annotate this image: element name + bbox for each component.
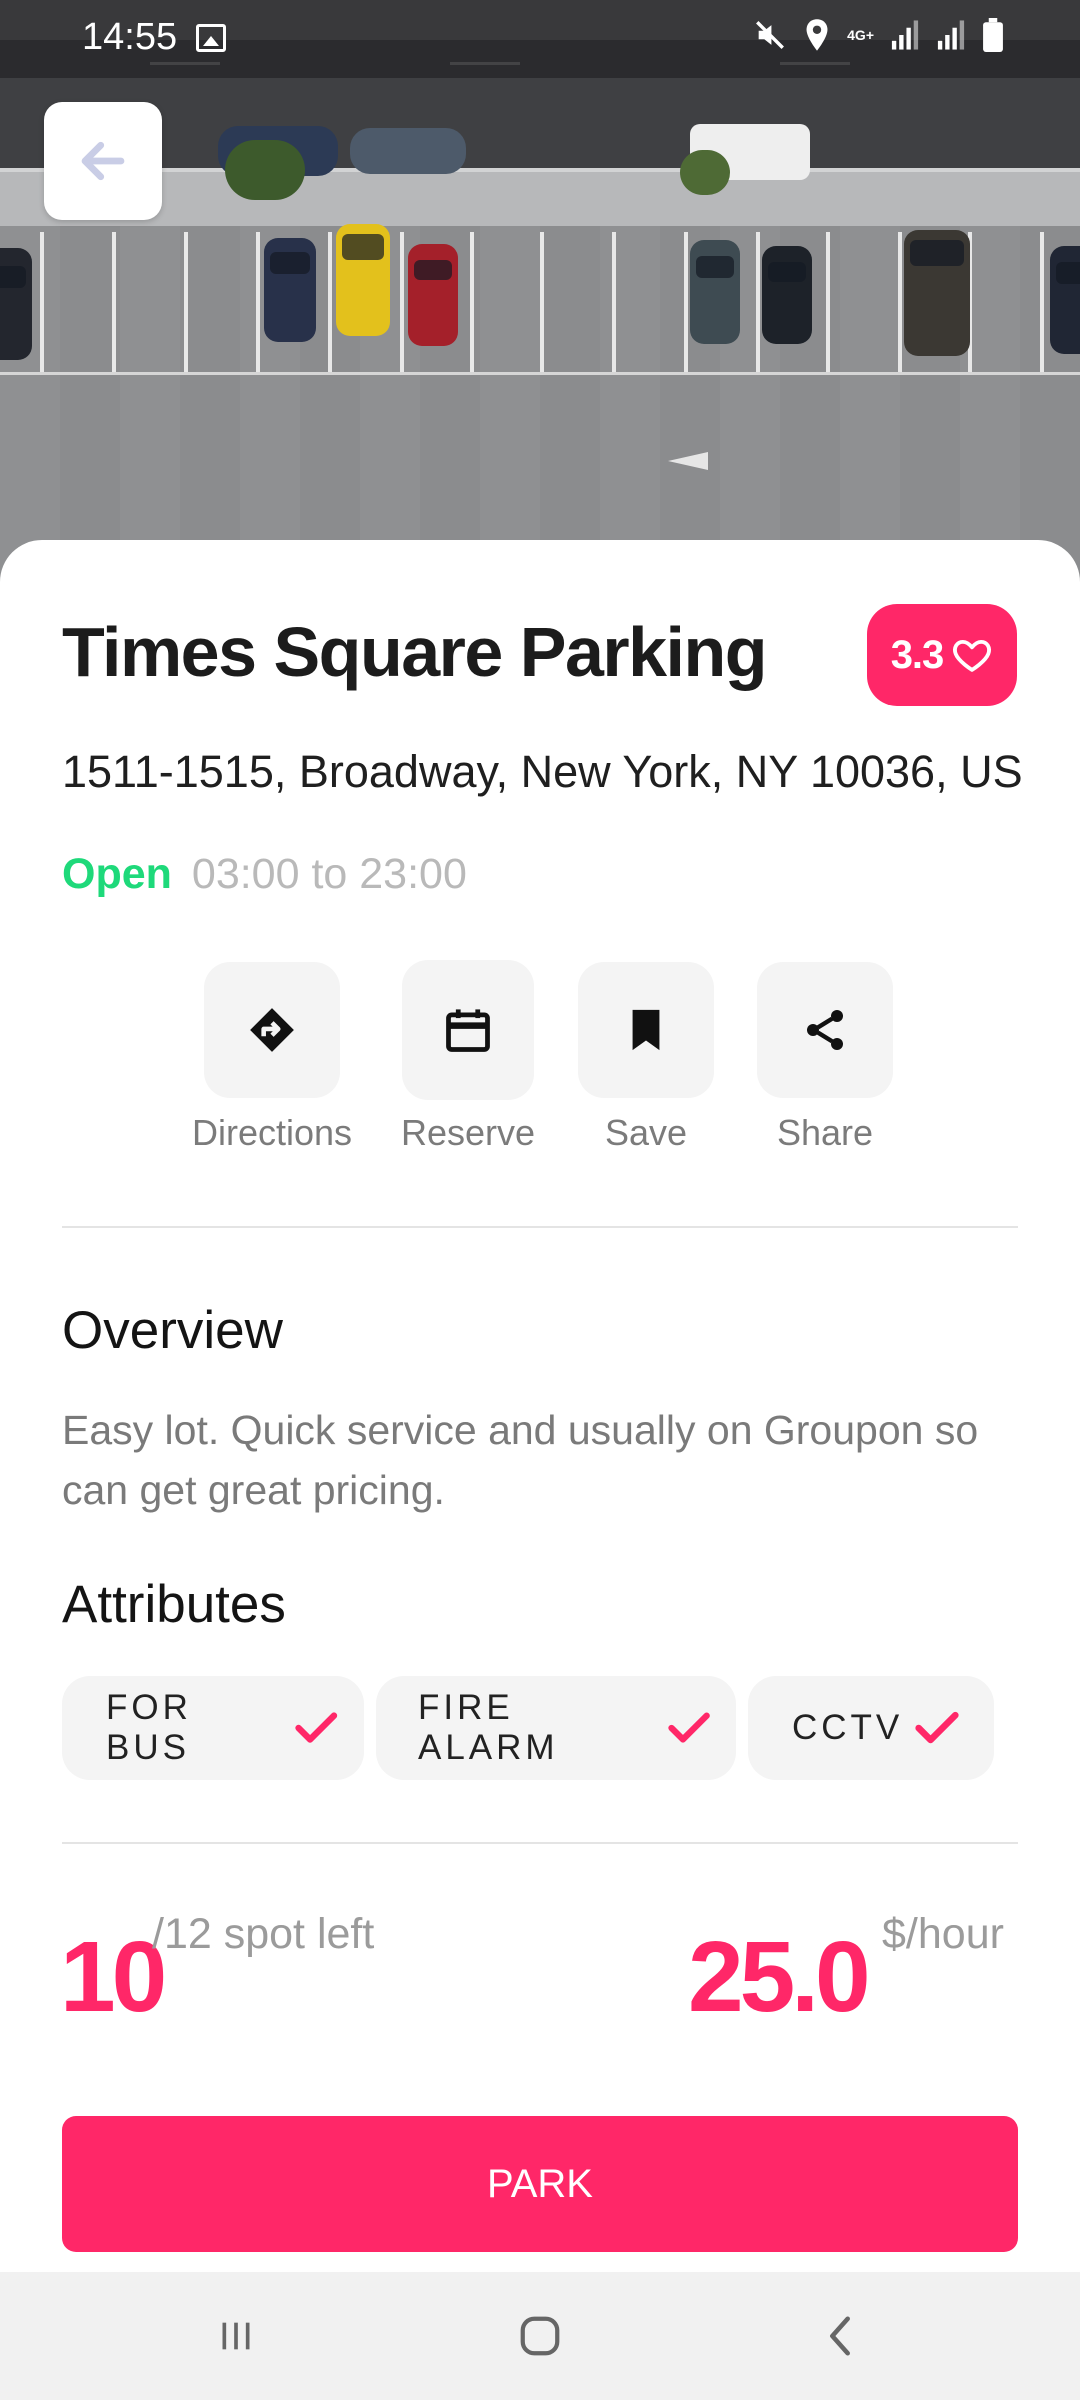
divider xyxy=(62,1842,1018,1844)
check-icon xyxy=(295,1712,338,1743)
attribute-label: CCTV xyxy=(792,1708,904,1747)
attribute-label: FOR BUS xyxy=(106,1688,192,1767)
mute-icon xyxy=(756,21,785,49)
road-arrow xyxy=(668,452,708,470)
check-icon xyxy=(915,1711,959,1744)
price-unit: $/hour xyxy=(882,1910,1004,1958)
bookmark-icon xyxy=(632,1009,660,1051)
calendar-icon xyxy=(446,1009,490,1052)
attribute-label: FIRE ALARM xyxy=(418,1688,559,1767)
attributes-heading: Attributes xyxy=(62,1575,286,1634)
back-button[interactable] xyxy=(44,102,162,220)
home-icon xyxy=(520,2316,560,2356)
attribute-chips: FOR BUS FIRE ALARM CCTV xyxy=(62,1676,994,1780)
hours-range: 03:00 to 23:00 xyxy=(191,850,467,898)
directions-icon xyxy=(250,1008,294,1052)
back-nav-button[interactable] xyxy=(780,2272,900,2400)
hero-image xyxy=(0,0,1080,600)
rating-value: 3.3 xyxy=(890,632,945,677)
signal-icon xyxy=(891,20,919,50)
attribute-chip: FOR BUS xyxy=(62,1676,364,1780)
park-button[interactable]: PARK xyxy=(62,2116,1018,2252)
recent-apps-button[interactable] xyxy=(176,2272,296,2400)
price-value: 25.0 xyxy=(688,1921,871,2033)
rating-badge[interactable]: 3.3 xyxy=(867,604,1017,706)
share-label: Share xyxy=(776,1112,874,1153)
save-button[interactable]: Save xyxy=(556,962,736,1154)
home-button[interactable] xyxy=(480,2272,600,2400)
reserve-label: Reserve xyxy=(400,1112,536,1153)
gallery-icon xyxy=(196,24,226,52)
lot-address: 1511-1515, Broadway, New York, NY 10036,… xyxy=(62,746,1023,797)
divider xyxy=(62,1226,1018,1228)
back-icon xyxy=(830,2316,850,2356)
lot-title: Times Square Parking xyxy=(62,613,768,691)
overview-text: Easy lot. Quick service and usually on G… xyxy=(62,1407,979,1513)
network-type: 4G+ xyxy=(847,27,874,43)
overview-heading: Overview xyxy=(62,1301,283,1360)
directions-button[interactable]: Directions xyxy=(182,962,362,1154)
battery-icon xyxy=(983,18,1003,52)
attribute-chip: CCTV xyxy=(748,1676,994,1780)
recent-apps-icon xyxy=(222,2322,250,2350)
directions-label: Directions xyxy=(191,1112,353,1153)
opening-hours: Open 03:00 to 23:00 xyxy=(62,850,467,899)
status-time: 14:55 xyxy=(82,16,178,58)
signal-icon xyxy=(937,20,965,50)
location-icon xyxy=(806,19,828,51)
arrow-left-icon xyxy=(81,141,125,181)
share-icon xyxy=(807,1010,843,1050)
spots-total-label: /12 spot left xyxy=(152,1910,375,1958)
open-status: Open xyxy=(62,850,172,898)
heart-icon xyxy=(953,639,992,672)
share-button[interactable]: Share xyxy=(735,962,915,1154)
reserve-button[interactable]: Reserve xyxy=(378,960,558,1154)
check-icon xyxy=(668,1712,710,1743)
attribute-chip: FIRE ALARM xyxy=(376,1676,736,1780)
status-bar: 14:55 4G+ xyxy=(0,0,1080,78)
spots-left-count: 10 xyxy=(60,1921,167,2033)
system-nav-bar xyxy=(0,2272,1080,2400)
save-label: Save xyxy=(604,1112,688,1153)
